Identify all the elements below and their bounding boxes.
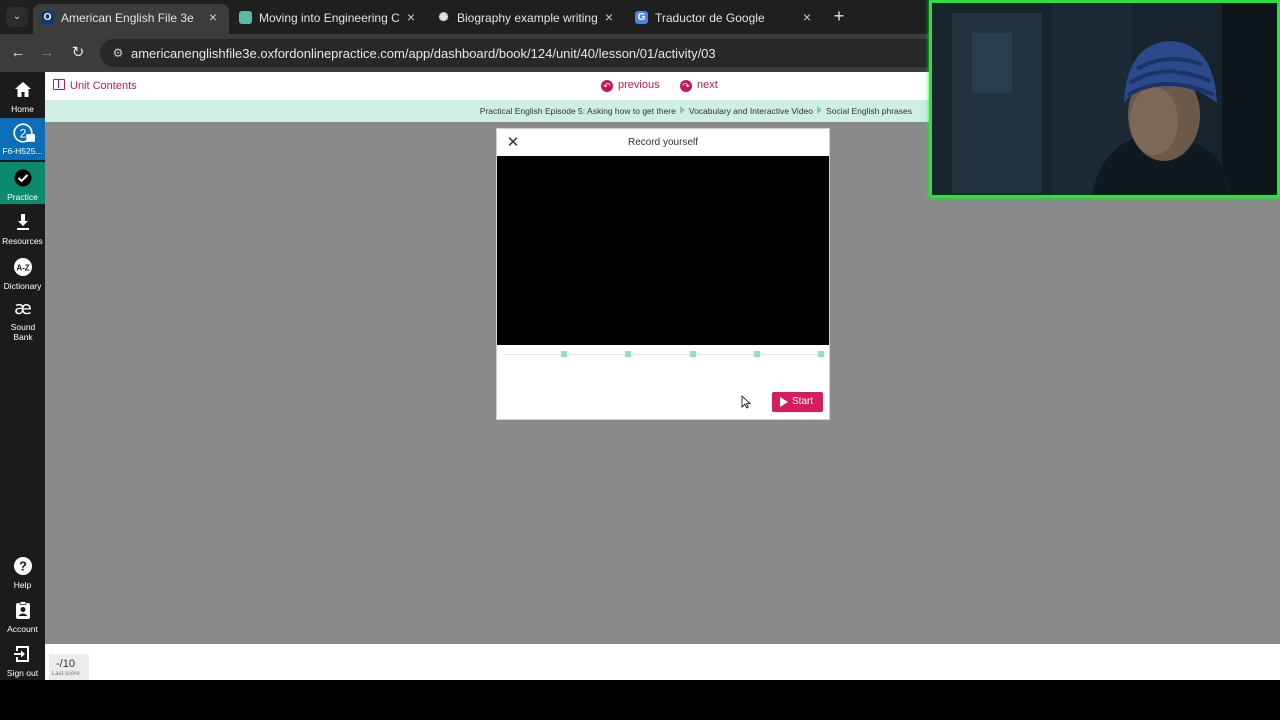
sidebar-item-home[interactable]: Home [0, 80, 45, 120]
previous-button[interactable]: ↶ previous [601, 79, 660, 92]
check-circle-icon [14, 169, 31, 187]
url-text[interactable]: americanenglishfile3e.oxfordonlinepracti… [131, 46, 716, 61]
tab-close-icon[interactable]: × [403, 9, 419, 25]
sidebar-item-label: Resources [2, 236, 43, 246]
help-icon: ? [13, 557, 32, 575]
sidebar-item-label: Dictionary [3, 281, 42, 291]
breadcrumb-item[interactable]: Social English phrases [826, 106, 912, 116]
left-sidebar: Home 2 F6-H525... Practice Resources A-Z… [0, 72, 45, 680]
ae-icon: æ [14, 298, 32, 318]
download-icon [16, 214, 29, 230]
breadcrumb-separator-icon [817, 106, 822, 114]
sidebar-item-label: Account [7, 624, 38, 634]
browser-tab[interactable]: O American English File 3e × [33, 4, 229, 34]
timeline-marker[interactable] [818, 351, 825, 357]
tab-title: Moving into Engineering CB :: 8 [259, 11, 399, 25]
az-icon: A-Z [13, 258, 32, 276]
sidebar-item-sound-bank[interactable]: æ Sound Bank [0, 298, 45, 342]
score-value: -/10 [56, 658, 75, 670]
reload-icon[interactable]: ↻ [68, 43, 88, 63]
forward-icon[interactable]: → [37, 43, 57, 63]
webcam-overlay [929, 0, 1280, 198]
svg-text:A-Z: A-Z [16, 264, 29, 273]
sidebar-item-label: F6-H525... [2, 146, 43, 156]
svg-text:æ: æ [14, 298, 32, 318]
svg-text:?: ? [19, 559, 27, 574]
google-translate-favicon-icon: G [635, 11, 648, 24]
sidebar-item-account[interactable]: Account [0, 600, 45, 640]
previous-icon: ↶ [601, 80, 613, 92]
tab-close-icon[interactable]: × [601, 9, 617, 25]
next-label: next [697, 79, 718, 91]
webcam-video-image [932, 3, 1277, 195]
sidebar-item-label: Help [13, 580, 32, 590]
breadcrumb-item[interactable]: Vocabulary and Interactive Video [689, 106, 813, 116]
sidebar-item-label: Practice [7, 192, 38, 202]
next-button[interactable]: ↷ next [680, 79, 718, 92]
breadcrumb-item[interactable]: Practical English Episode 5: Asking how … [480, 106, 676, 116]
svg-text:2: 2 [19, 126, 26, 140]
next-icon: ↷ [680, 80, 692, 92]
sidebar-item-label: Home [11, 104, 34, 114]
sidebar-item-label: Sound Bank [10, 322, 36, 342]
book-level-icon: 2 [12, 123, 35, 143]
account-icon [15, 601, 30, 619]
unit-contents-label: Unit Contents [70, 80, 137, 92]
sidebar-item-resources[interactable]: Resources [0, 212, 45, 252]
timeline-marker[interactable] [625, 351, 632, 357]
tab-title: American English File 3e [61, 11, 194, 25]
sidebar-item-practice[interactable]: Practice [0, 162, 45, 204]
chatgpt-favicon-icon: ✺ [438, 10, 449, 24]
tab-close-icon[interactable]: × [205, 9, 221, 25]
close-icon[interactable]: ✕ [505, 135, 521, 151]
home-icon [14, 82, 31, 97]
tab-title: Traductor de Google [655, 11, 765, 25]
video-preview[interactable] [497, 156, 829, 345]
site-settings-icon[interactable]: ⚙ [110, 45, 126, 61]
timeline-marker[interactable] [753, 351, 760, 357]
sidebar-item-sign-out[interactable]: Sign out [0, 644, 45, 680]
start-label: Start [792, 396, 814, 407]
last-score-box: -/10 Last score [49, 654, 89, 680]
dialog-title: Record yourself [627, 137, 699, 148]
sidebar-item-label: Sign out [6, 668, 39, 678]
sidebar-item-help[interactable]: ? Help [0, 556, 45, 596]
score-footer: -/10 Last score [45, 644, 1280, 680]
mouse-cursor-icon [741, 395, 751, 409]
back-icon[interactable]: ← [8, 43, 28, 63]
timeline-marker[interactable] [561, 351, 567, 357]
new-tab-icon[interactable]: + [830, 7, 848, 25]
timeline-track[interactable] [503, 354, 823, 355]
tab-close-icon[interactable]: × [799, 9, 815, 25]
play-icon [780, 397, 788, 407]
sidebar-item-dictionary[interactable]: A-Z Dictionary [0, 257, 45, 297]
breadcrumb-separator-icon [679, 106, 685, 114]
timeline-marker[interactable] [689, 351, 696, 357]
sign-out-icon [13, 646, 29, 662]
browser-tab[interactable]: ✺ Biography example writing × [429, 4, 625, 34]
book-icon [53, 79, 65, 90]
previous-label: previous [618, 79, 660, 91]
tab-title: Biography example writing [457, 11, 597, 25]
screen-bottom-bar [0, 680, 1280, 720]
tab-search-button[interactable]: ⌄ [6, 7, 28, 27]
record-yourself-dialog: Record yourself ✕ Start [496, 128, 830, 420]
start-button[interactable]: Start [772, 392, 823, 412]
engineering-favicon-icon [239, 11, 252, 24]
unit-contents-link[interactable]: Unit Contents [53, 79, 137, 92]
oxford-favicon-icon: O [41, 11, 54, 24]
sidebar-item-book[interactable]: 2 F6-H525... [0, 118, 45, 160]
browser-tab[interactable]: G Traductor de Google × [627, 4, 823, 34]
score-label: Last score [52, 671, 80, 677]
browser-tab[interactable]: Moving into Engineering CB :: 8 × [231, 4, 427, 34]
